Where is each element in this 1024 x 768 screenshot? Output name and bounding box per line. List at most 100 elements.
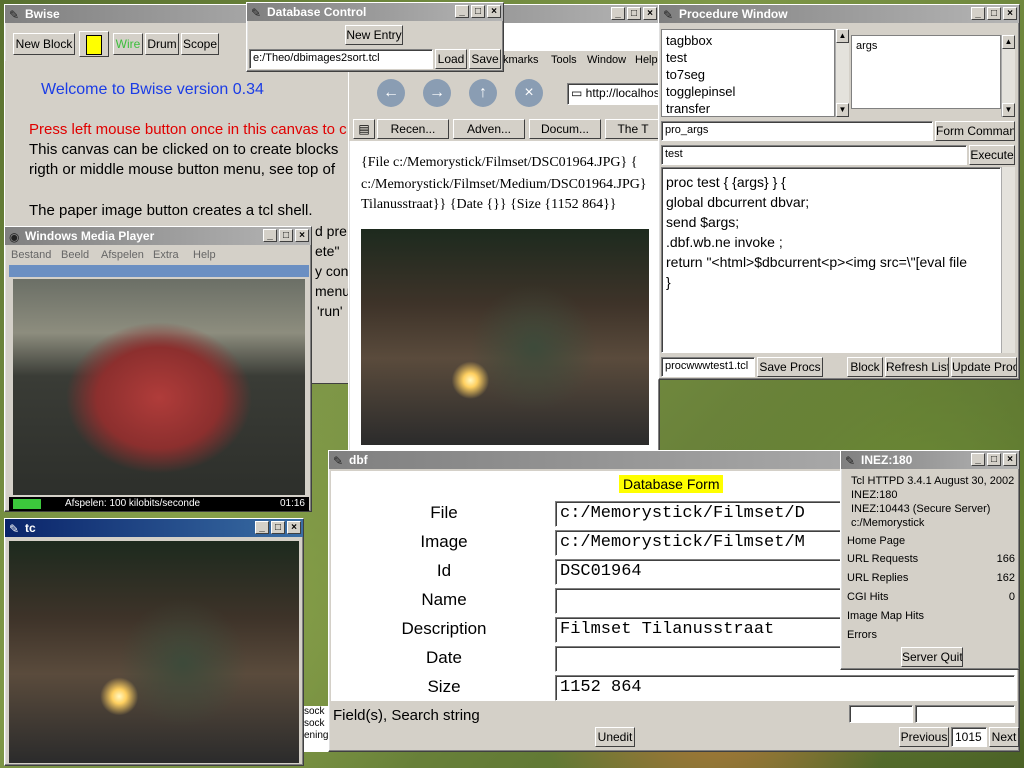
tc-titlebar[interactable]: ✎ tc _ □ × [5,519,303,537]
inez-titlebar[interactable]: ✎ INEZ:180 _ □ × [841,451,1019,469]
block-button[interactable]: Block [847,357,883,377]
save-button[interactable]: Save [469,49,501,69]
close-icon[interactable]: × [487,5,501,18]
minimize-icon[interactable]: _ [263,229,277,242]
args-scrollbar[interactable]: ▲ ▼ [1001,35,1015,117]
scroll-down-icon[interactable]: ▼ [836,103,849,117]
bwise-title: Bwise [25,7,60,21]
load-button[interactable]: Load [435,49,467,69]
minimize-icon[interactable]: _ [255,521,269,534]
procedure-list-scrollbar[interactable]: ▲ ▼ [835,29,849,117]
wire-button[interactable]: Wire [113,33,143,55]
scroll-up-icon[interactable]: ▲ [836,29,849,43]
record-number-field[interactable]: 1015 [951,727,987,747]
unedit-button[interactable]: Unedit [595,727,635,747]
street-photo [9,541,299,763]
forward-icon[interactable]: → [423,79,451,107]
wmp-titlebar[interactable]: ◉ Windows Media Player _ □ × [5,227,311,245]
dbf-field-label: Description [401,619,487,638]
procedure-titlebar[interactable]: ✎ Procedure Window _ □ × [659,5,1019,23]
minimize-icon[interactable]: _ [611,7,625,20]
menu-tools[interactable]: Tools [551,54,577,66]
browser-tabbar: ▤ Recen... Adven... Docum... The T [349,117,659,141]
minimize-icon[interactable]: _ [971,7,985,20]
execute-button[interactable]: Execute [969,145,1015,165]
maximize-icon[interactable]: □ [627,7,641,20]
menu-afspelen[interactable]: Afspelen [101,249,144,261]
new-block-button[interactable]: New Block [13,33,75,55]
home-page-label[interactable]: Home Page [847,535,905,547]
list-item[interactable]: to7seg [666,66,830,83]
code-scrollbar[interactable] [1001,167,1015,353]
server-quit-button[interactable]: Server Quit [901,647,963,667]
close-icon[interactable]: × [1003,7,1017,20]
list-item[interactable]: test [666,49,830,66]
proc-file-field[interactable]: procwwwtest1.tcl [661,357,755,377]
content-line: {File c:/Memorystick/Filmset/DSC01964.JP… [361,155,638,170]
code-line: send $args; [666,214,740,230]
close-icon[interactable]: × [643,7,657,20]
back-icon[interactable]: ← [377,79,405,107]
list-item[interactable]: tagbbox [666,32,830,49]
list-item[interactable]: transfer [666,100,830,116]
close-icon[interactable]: × [1003,453,1017,466]
tab-bookmark-icon[interactable]: ▤ [353,119,375,139]
tab-the[interactable]: The T [605,119,659,139]
scroll-down-icon[interactable]: ▼ [1002,103,1015,117]
tab-documents[interactable]: Docum... [529,119,601,139]
args-listbox[interactable]: args [851,35,1001,109]
list-item[interactable]: togglepinsel [666,83,830,100]
next-button[interactable]: Next [989,727,1019,747]
menu-beeld[interactable]: Beeld [61,249,89,261]
close-icon[interactable]: × [287,521,301,534]
maximize-icon[interactable]: □ [271,521,285,534]
scroll-up-icon[interactable]: ▲ [1002,35,1015,49]
dbf-title: dbf [349,453,368,467]
reload-icon[interactable]: ↑ [469,79,497,107]
minimize-icon[interactable]: _ [971,453,985,466]
previous-button[interactable]: Previous [899,727,949,747]
db-control-title: Database Control [267,5,367,19]
procedure-list[interactable]: tagbbox test to7seg togglepinsel transfe… [661,29,835,117]
refresh-list-button[interactable]: Refresh List [885,357,949,377]
db-control-titlebar[interactable]: ✎ Database Control _ □ × [247,3,503,21]
search-field-1[interactable] [849,705,913,723]
search-label: Field(s), Search string [333,707,480,724]
dbf-field-input[interactable]: 1152 864 [555,675,1015,701]
url-field[interactable]: ▭ http://localhos [567,83,659,105]
stop-icon[interactable]: × [515,79,543,107]
maximize-icon[interactable]: □ [987,453,1001,466]
maximize-icon[interactable]: □ [471,5,485,18]
args-field[interactable]: pro_args [661,121,933,141]
menu-help[interactable]: Help [193,249,216,261]
menu-window[interactable]: Window [587,54,626,66]
menu-extra[interactable]: Extra [153,249,179,261]
tab-adventure[interactable]: Adven... [453,119,525,139]
update-proc-button[interactable]: Update Proc [951,357,1017,377]
minimize-icon[interactable]: _ [455,5,469,18]
maximize-icon[interactable]: □ [279,229,293,242]
procedure-code-editor[interactable]: proc test { {args} } { global dbcurrent … [661,167,1001,353]
meeting-video[interactable] [13,279,305,495]
scope-button[interactable]: Scope [181,33,219,55]
drum-button[interactable]: Drum [145,33,179,55]
close-icon[interactable]: × [295,229,309,242]
execute-field[interactable]: test [661,145,967,165]
inez-window: ✎ INEZ:180 _ □ × Tcl HTTPD 3.4.1 August 30, … [840,450,1020,670]
search-field-2[interactable] [915,705,1015,723]
instruction-fragment: y con [315,263,349,279]
save-procs-button[interactable]: Save Procs [757,357,823,377]
menu-bestand[interactable]: Bestand [11,249,51,261]
menu-help[interactable]: Help [635,54,658,66]
tab-recent[interactable]: Recen... [377,119,449,139]
menu-bookmarks[interactable]: kmarks [503,54,538,66]
paper-image-button[interactable] [79,31,109,57]
args-item[interactable]: args [856,40,877,52]
maximize-icon[interactable]: □ [987,7,1001,20]
form-command-button[interactable]: Form Command [935,121,1015,141]
page-icon: ▭ [571,86,586,100]
content-line: c:/Memorystick/Filmset/Medium/DSC01964.J… [361,177,647,192]
wmp-statusbar: Afspelen: 100 kilobits/seconde 01:16 [9,497,309,511]
db-path-field[interactable]: e:/Theo/dbimages2sort.tcl [249,49,433,69]
new-entry-button[interactable]: New Entry [345,25,403,45]
